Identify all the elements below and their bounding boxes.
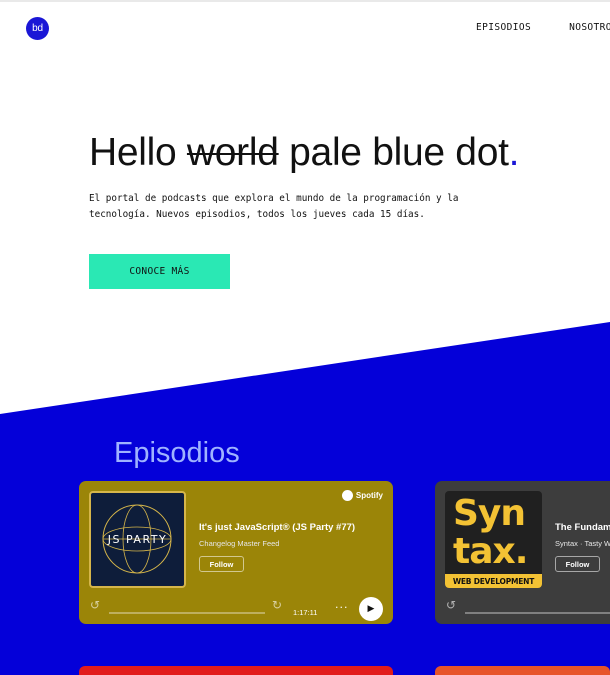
player-controls: ↺	[435, 597, 610, 617]
player-controls: ↺ ↻ 1:17:11 ··· ▶	[79, 597, 393, 621]
artwork-label: JS PARTY	[107, 533, 168, 546]
episode-title: The Fundam	[555, 522, 610, 533]
artwork-banner: WEB DEVELOPMENT	[445, 574, 542, 588]
play-button[interactable]: ▶	[359, 597, 383, 621]
skip-back-icon[interactable]: ↺	[443, 597, 459, 613]
episode-card-syntax: Syn tax. WEB DEVELOPMENT The Fundam Synt…	[435, 481, 610, 624]
progress-bar[interactable]	[465, 612, 610, 614]
progress-bar[interactable]	[109, 612, 265, 614]
follow-button[interactable]: Follow	[555, 556, 600, 572]
more-options-icon[interactable]: ···	[335, 601, 349, 614]
spotify-icon	[341, 490, 353, 501]
episode-card-js-party: JS PARTY Spotify It's just JavaScript® (…	[79, 481, 393, 624]
follow-button[interactable]: Follow	[199, 556, 244, 572]
duration: 1:17:11	[293, 608, 318, 617]
podcast-artwork: Syn tax. WEB DEVELOPMENT	[445, 491, 542, 588]
episode-show: Syntax · Tasty W	[555, 539, 610, 548]
podcast-artwork: JS PARTY	[89, 491, 186, 588]
provider-label: Spotify	[355, 491, 383, 500]
section-title: Episodios	[114, 437, 240, 469]
play-icon: ▶	[367, 604, 375, 614]
episode-card-partial	[435, 666, 610, 675]
artwork-word-1: Syn	[453, 493, 526, 534]
episode-title: It's just JavaScript® (JS Party #77)	[199, 522, 356, 533]
spotify-badge[interactable]: Spotify	[341, 490, 383, 501]
skip-forward-icon[interactable]: ↻	[269, 597, 285, 613]
artwork-word-2: tax.	[453, 531, 528, 572]
episode-card-partial	[79, 666, 393, 675]
skip-back-icon[interactable]: ↺	[87, 597, 103, 613]
episode-show: Changelog Master Feed	[199, 539, 280, 548]
